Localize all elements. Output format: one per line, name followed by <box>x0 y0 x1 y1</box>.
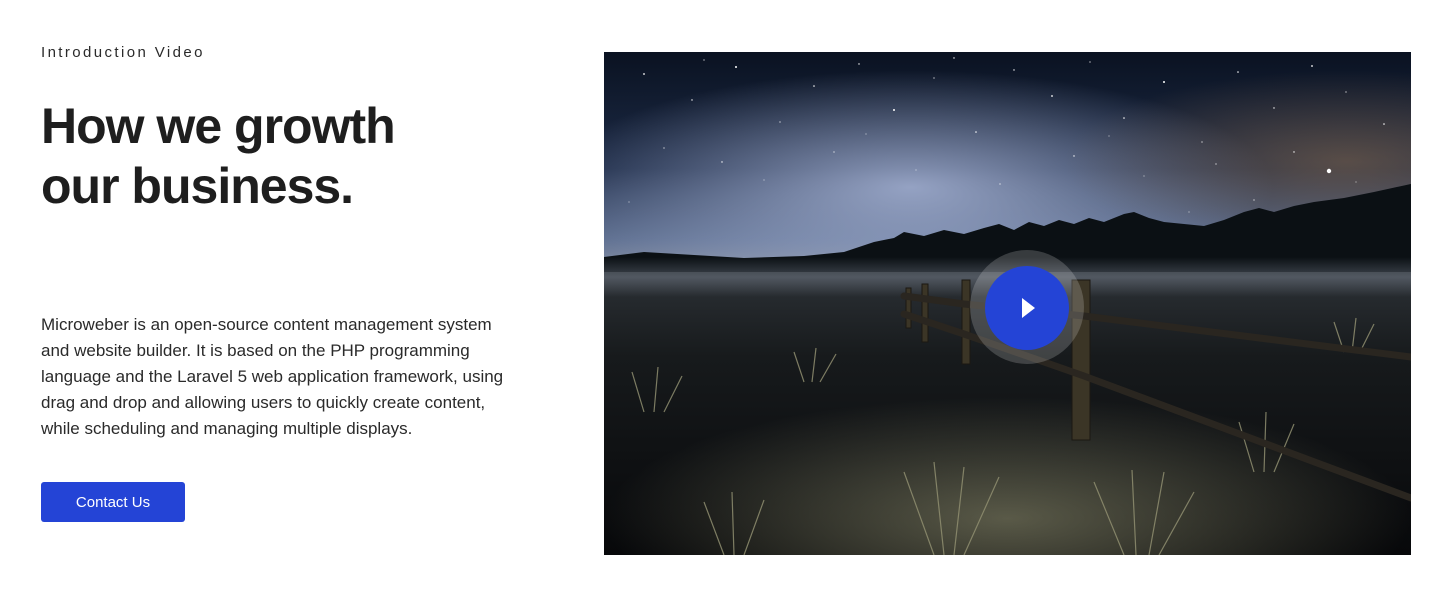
page-title-line-2: our business. <box>41 158 354 214</box>
contact-us-button[interactable]: Contact Us <box>41 482 185 522</box>
page-title: How we growth our business. <box>41 96 511 216</box>
intro-section: Introduction Video How we growth our bus… <box>41 0 561 594</box>
intro-video[interactable] <box>604 52 1411 555</box>
section-eyebrow: Introduction Video <box>41 44 205 61</box>
play-video-button[interactable] <box>985 266 1069 350</box>
page-title-line-1: How we growth <box>41 98 396 154</box>
intro-description: Microweber is an open-source content man… <box>41 315 504 438</box>
play-icon <box>1022 298 1035 318</box>
